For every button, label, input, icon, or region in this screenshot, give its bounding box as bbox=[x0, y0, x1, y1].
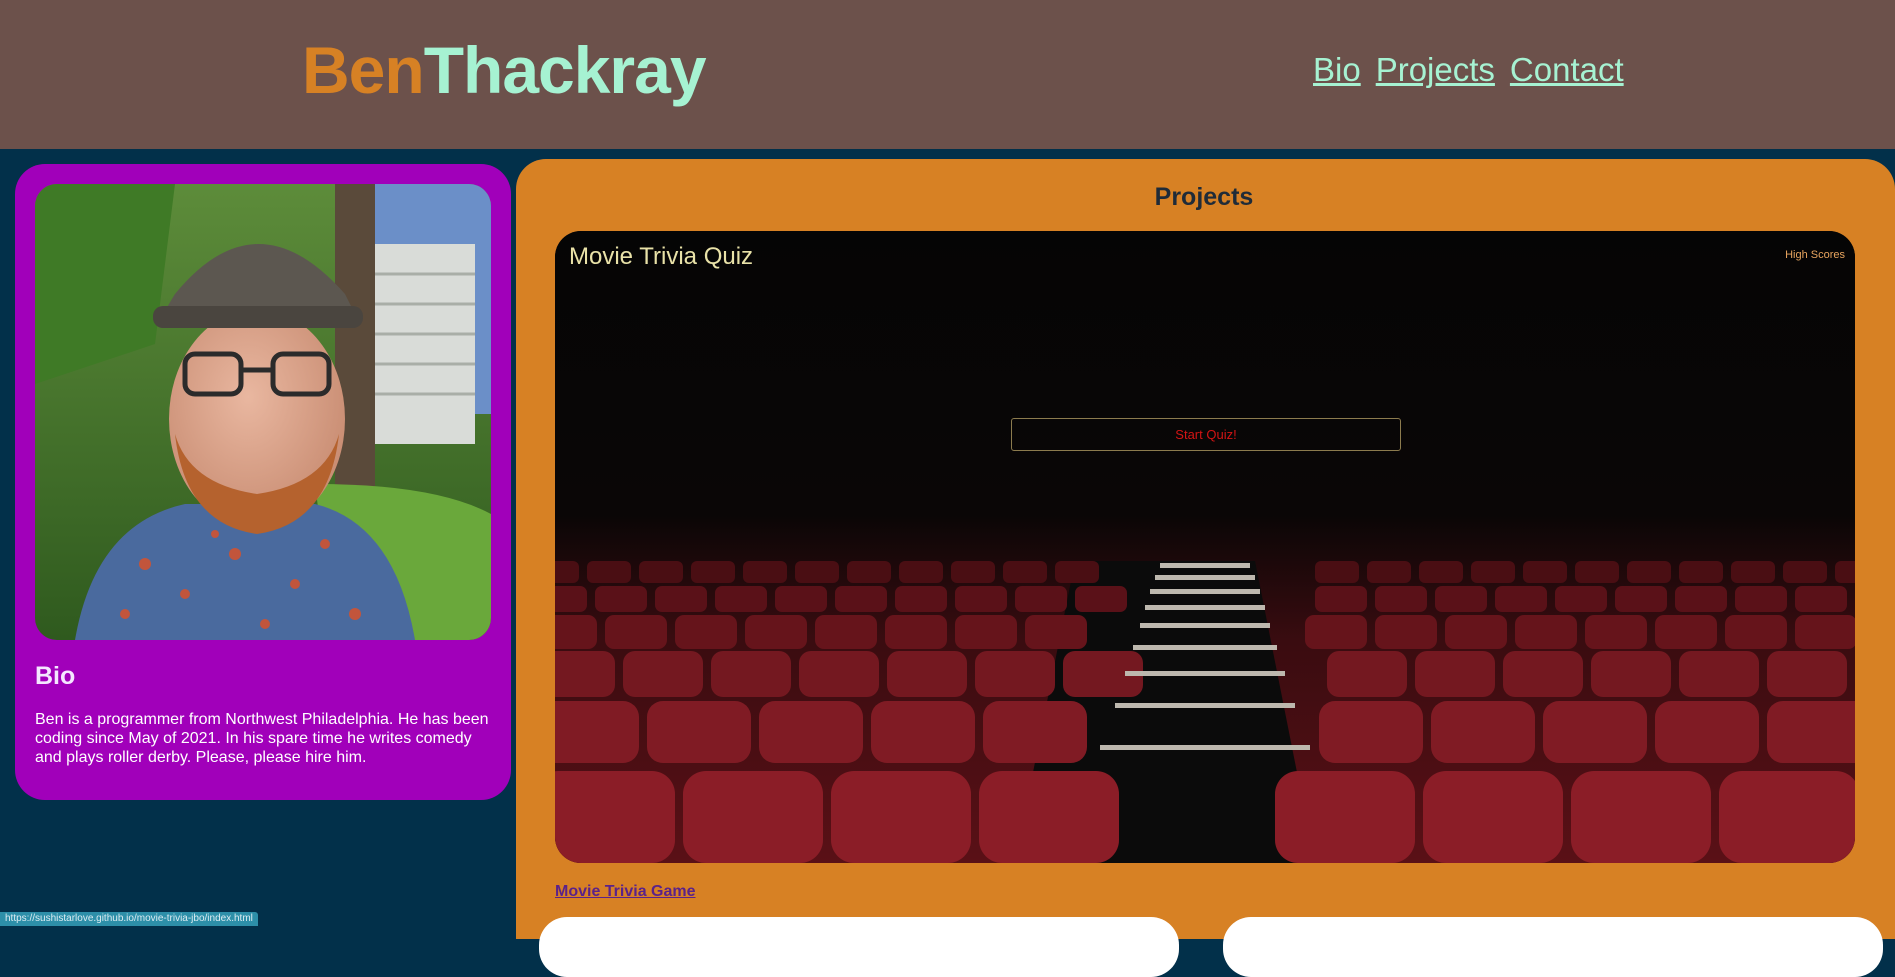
site-logo: BenThackray bbox=[302, 28, 707, 112]
profile-photo-image bbox=[35, 184, 491, 640]
nav-link-bio[interactable]: Bio bbox=[1313, 50, 1361, 90]
logo-first-name: Ben bbox=[302, 33, 425, 107]
bio-description: Ben is a programmer from Northwest Phila… bbox=[35, 711, 489, 766]
project-link[interactable]: Movie Trivia Game bbox=[555, 883, 696, 901]
projects-card: Projects Movie Trivia Quiz High Scores S… bbox=[516, 159, 1895, 977]
bio-title: Bio bbox=[35, 662, 76, 690]
next-project-card-right bbox=[1223, 917, 1883, 977]
logo-last-name: Thackray bbox=[423, 33, 707, 107]
nav-link-projects[interactable]: Projects bbox=[1376, 50, 1495, 90]
bio-card: Bio Ben is a programmer from Northwest P… bbox=[15, 164, 511, 800]
site-header: BenThackray Bio Projects Contact bbox=[0, 0, 1895, 149]
start-quiz-button[interactable]: Start Quiz! bbox=[1011, 418, 1401, 451]
projects-title: Projects bbox=[1154, 183, 1254, 211]
next-project-card-left bbox=[539, 917, 1179, 977]
project-screenshot[interactable]: Movie Trivia Quiz High Scores Start Quiz… bbox=[555, 231, 1855, 863]
nav-link-contact[interactable]: Contact bbox=[1510, 50, 1624, 90]
profile-photo bbox=[35, 184, 491, 640]
screenshot-title: Movie Trivia Quiz bbox=[569, 243, 754, 270]
main-nav: Bio Projects Contact bbox=[1313, 50, 1624, 90]
high-scores-link[interactable]: High Scores bbox=[1785, 249, 1845, 261]
theater-background bbox=[555, 231, 1855, 863]
